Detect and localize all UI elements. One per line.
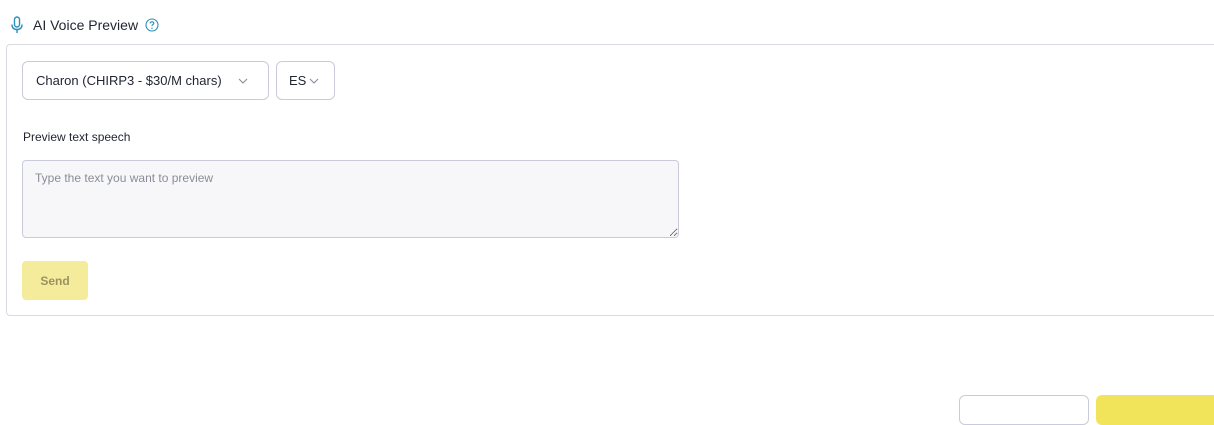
section-header: AI Voice Preview	[9, 14, 159, 36]
send-button[interactable]: Send	[22, 261, 88, 300]
chevron-down-icon	[309, 78, 319, 84]
voice-preview-panel: Charon (CHIRP3 - $30/M chars) ES Preview…	[6, 44, 1214, 316]
microphone-icon	[9, 15, 25, 35]
language-select-value: ES	[289, 73, 307, 88]
footer-secondary-button[interactable]	[959, 395, 1089, 425]
section-title: AI Voice Preview	[33, 17, 139, 33]
voice-select[interactable]: Charon (CHIRP3 - $30/M chars)	[22, 61, 269, 100]
chevron-down-icon	[238, 78, 248, 84]
language-select[interactable]: ES	[276, 61, 335, 100]
preview-text-label: Preview text speech	[23, 130, 131, 144]
preview-text-input[interactable]	[22, 160, 679, 238]
help-circle-icon[interactable]	[145, 18, 159, 32]
voice-select-value: Charon (CHIRP3 - $30/M chars)	[36, 73, 222, 88]
footer-primary-button[interactable]	[1096, 395, 1214, 425]
